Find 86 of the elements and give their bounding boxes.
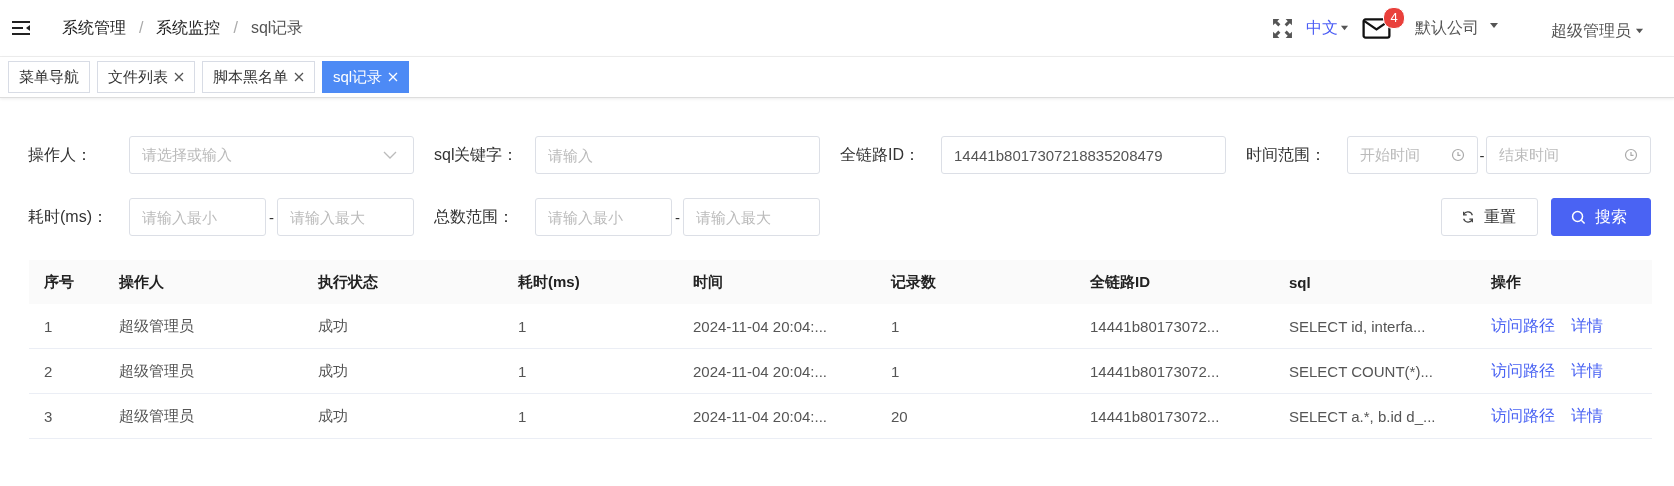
tab[interactable]: 脚本黑名单: [202, 61, 315, 93]
search-icon: [1571, 209, 1586, 225]
action-link[interactable]: 详情: [1571, 406, 1603, 424]
fullscreen-button[interactable]: [1272, 17, 1293, 39]
reset-button[interactable]: 重置: [1441, 198, 1538, 236]
table-cell: 2: [29, 348, 104, 394]
table-cell: 成功: [303, 304, 503, 349]
range-separator: -: [268, 208, 275, 226]
column-header: 执行状态: [303, 260, 503, 304]
close-icon: [388, 72, 399, 82]
refresh-icon: [1461, 210, 1475, 224]
notification-badge: 4: [1383, 6, 1405, 29]
menu-icon: [11, 20, 31, 36]
field-label: sql关键字：: [434, 144, 520, 165]
field-label: 全链路ID：: [840, 144, 921, 165]
table-cell: 14441b80173072...: [1075, 348, 1274, 394]
tab[interactable]: 菜单导航: [8, 61, 90, 93]
close-icon: [294, 72, 304, 82]
field-label: 时间范围：: [1246, 144, 1327, 165]
field-label: 操作人：: [28, 144, 93, 165]
caret-icon: [1635, 27, 1644, 35]
company-dropdown[interactable]: 默认公司: [1415, 17, 1499, 39]
table-cell: 超级管理员: [104, 304, 303, 349]
clock-icon: [1451, 148, 1465, 162]
input-field[interactable]: 14441b8017307218835208479: [941, 136, 1226, 174]
mail-button[interactable]: [1362, 17, 1391, 39]
table-cell: 14441b80173072...: [1075, 304, 1274, 349]
table-cell: 14441b80173072...: [1075, 393, 1274, 439]
table-cell: 2024-11-04 20:04:...: [678, 348, 876, 394]
table-cell: 2024-11-04 20:04:...: [678, 304, 876, 349]
range-separator: -: [674, 208, 681, 226]
input-field[interactable]: 请输入最大: [277, 198, 414, 236]
column-header: 时间: [678, 260, 876, 304]
table-cell: 1: [503, 348, 678, 394]
table-cell: 2024-11-04 20:04:...: [678, 393, 876, 439]
breadcrumb-item[interactable]: 系统管理: [62, 17, 126, 39]
table-cell: SELECT a.*, b.id d_...: [1274, 393, 1476, 439]
column-header: 操作人: [104, 260, 303, 304]
tab[interactable]: sql记录: [322, 61, 410, 93]
breadcrumb-item: sql记录: [250, 17, 304, 38]
clock-icon: [1624, 148, 1638, 162]
table-cell: 成功: [303, 348, 503, 394]
column-header: 耗时(ms): [503, 260, 678, 304]
table-cell: 1: [503, 304, 678, 349]
input-field[interactable]: 请输入最小: [535, 198, 672, 236]
column-header: 全链路ID: [1075, 260, 1274, 304]
input-field[interactable]: 请输入最大: [683, 198, 820, 236]
table-cell: 1: [29, 304, 104, 349]
field-label: 耗时(ms)：: [28, 206, 109, 227]
search-button[interactable]: 搜索: [1551, 198, 1651, 236]
menu-toggle-button[interactable]: [11, 20, 31, 36]
breadcrumb-item[interactable]: 系统监控: [156, 17, 221, 39]
input-field[interactable]: 请输入: [535, 136, 820, 174]
column-header: sql: [1274, 260, 1476, 304]
range-separator: -: [1478, 146, 1486, 164]
language-dropdown[interactable]: 中文: [1306, 17, 1349, 39]
table-cell: 超级管理员: [104, 393, 303, 439]
table-cell: 超级管理员: [104, 348, 303, 394]
action-link[interactable]: 详情: [1571, 316, 1603, 334]
table-cell: 20: [876, 393, 1075, 439]
action-link[interactable]: 详情: [1571, 361, 1603, 379]
breadcrumb-separator: /: [139, 19, 144, 37]
caret-icon: [1489, 20, 1499, 30]
mail-icon: [1362, 17, 1391, 39]
table-cell: 1: [503, 393, 678, 439]
action-link[interactable]: 访问路径: [1491, 361, 1555, 379]
caret-icon: [1340, 24, 1349, 32]
table-cell: SELECT id, interfa...: [1274, 304, 1476, 349]
table-cell: 成功: [303, 393, 503, 439]
action-link[interactable]: 访问路径: [1491, 316, 1555, 334]
chevron-down-icon: [383, 151, 397, 159]
user-dropdown[interactable]: 超级管理员: [1551, 20, 1644, 42]
column-header: 操作: [1476, 260, 1652, 304]
field-label: 总数范围：: [434, 206, 515, 227]
table-cell: SELECT COUNT(*)...: [1274, 348, 1476, 394]
action-link[interactable]: 访问路径: [1491, 406, 1555, 424]
input-field[interactable]: 请输入最小: [129, 198, 266, 236]
fullscreen-icon: [1272, 17, 1293, 39]
table-cell: 3: [29, 393, 104, 439]
table-cell: 1: [876, 304, 1075, 349]
breadcrumb-separator: /: [233, 19, 238, 37]
table-cell: 1: [876, 348, 1075, 394]
close-icon: [174, 72, 184, 82]
column-header: 序号: [29, 260, 104, 304]
column-header: 记录数: [876, 260, 1075, 304]
tab[interactable]: 文件列表: [97, 61, 195, 93]
